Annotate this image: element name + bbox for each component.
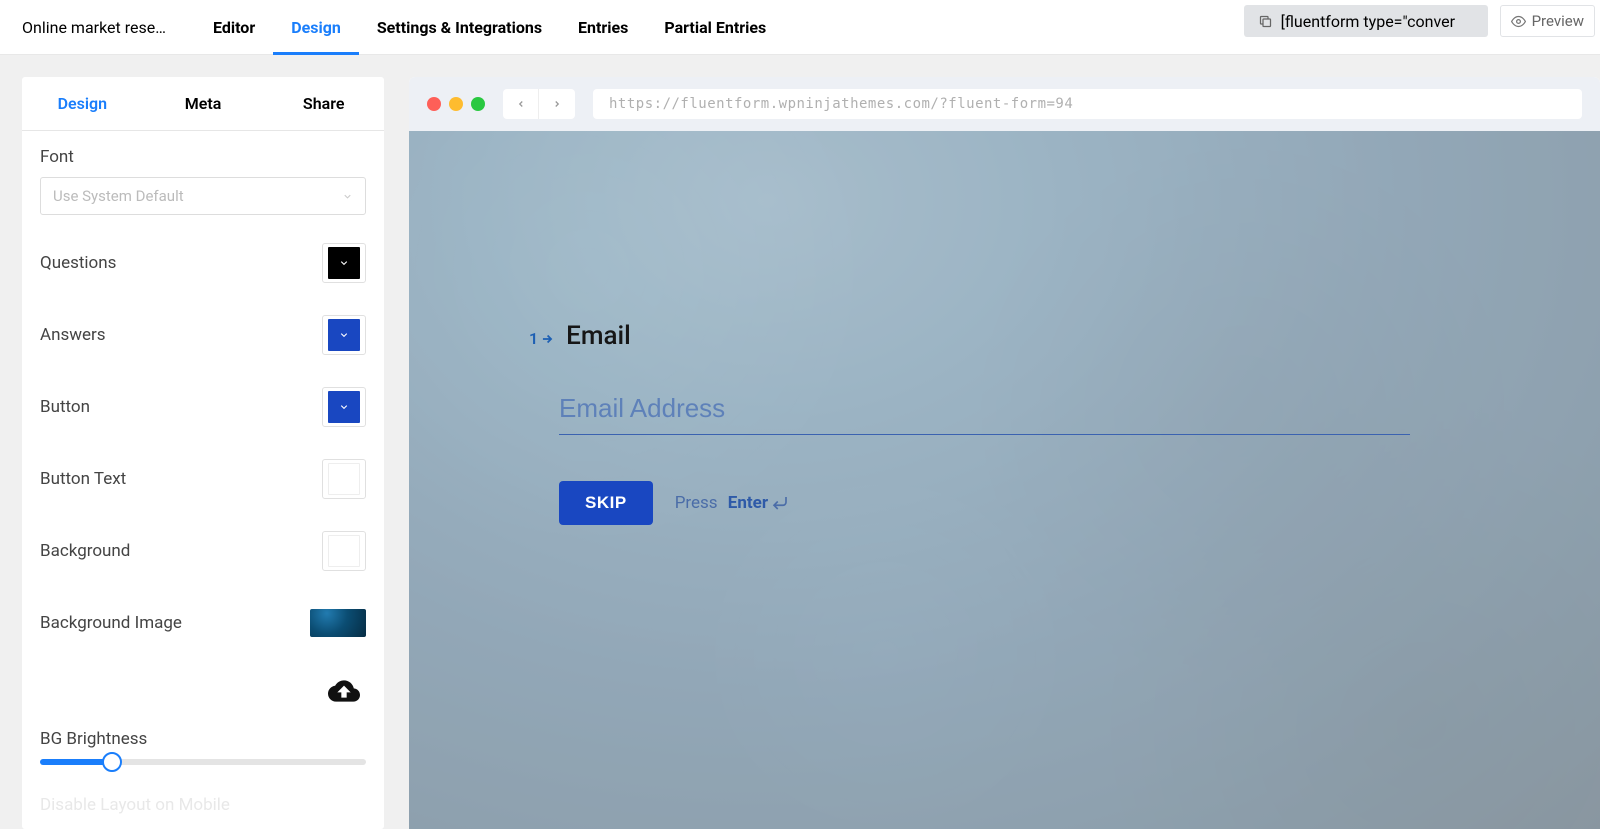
tab-entries[interactable]: Entries	[560, 0, 646, 55]
chevron-down-icon	[339, 258, 350, 269]
button-text-swatch	[328, 463, 360, 495]
answers-swatch	[328, 319, 360, 351]
shortcode-chip[interactable]: [fluentform type="conver	[1244, 5, 1488, 37]
nav-forward-button[interactable]	[539, 89, 575, 119]
upload-row	[40, 675, 366, 707]
browser-chrome: https://fluentform.wpninjathemes.com/?fl…	[409, 77, 1600, 131]
nav-back-button[interactable]	[503, 89, 539, 119]
form-step: 1 Email SKIP Press Enter	[529, 321, 1540, 525]
skip-button[interactable]: SKIP	[559, 481, 653, 525]
question-number-value: 1	[529, 329, 538, 348]
design-sidebar: Design Meta Share Font Use System Defaul…	[22, 77, 384, 829]
font-select-placeholder: Use System Default	[53, 187, 184, 205]
color-row-button-text: Button Text	[40, 459, 366, 499]
preview-button[interactable]: Preview	[1500, 5, 1595, 37]
url-bar[interactable]: https://fluentform.wpninjathemes.com/?fl…	[593, 89, 1582, 119]
sidebar-tab-share[interactable]: Share	[263, 77, 384, 130]
traffic-light-red	[427, 97, 441, 111]
slider-track	[40, 759, 366, 765]
question-header: 1 Email	[529, 321, 1540, 351]
sidebar-tabs: Design Meta Share	[22, 77, 384, 131]
shortcode-text: [fluentform type="conver	[1281, 12, 1455, 31]
form-viewport: 1 Email SKIP Press Enter	[409, 131, 1600, 829]
sidebar-tab-design[interactable]: Design	[22, 77, 143, 130]
tab-editor[interactable]: Editor	[195, 0, 273, 55]
background-color-picker[interactable]	[322, 531, 366, 571]
bg-image-label: Background Image	[40, 613, 182, 633]
sidebar-body: Font Use System Default Questions Answer…	[22, 131, 384, 829]
answers-color-picker[interactable]	[322, 315, 366, 355]
bg-brightness-slider[interactable]	[40, 759, 366, 765]
chevron-down-icon	[342, 191, 353, 202]
color-row-answers: Answers	[40, 315, 366, 355]
button-color-picker[interactable]	[322, 387, 366, 427]
question-number: 1	[529, 329, 554, 348]
slider-handle[interactable]	[102, 752, 122, 772]
button-label: Button	[40, 397, 90, 417]
button-text-label: Button Text	[40, 469, 126, 489]
traffic-light-green	[471, 97, 485, 111]
button-text-color-picker[interactable]	[322, 459, 366, 499]
background-label: Background	[40, 541, 130, 561]
arrow-right-icon	[540, 332, 554, 346]
top-navigation: Online market rese… Editor Design Settin…	[0, 0, 1600, 55]
hint-prefix: Press	[675, 493, 718, 513]
browser-frame: https://fluentform.wpninjathemes.com/?fl…	[409, 77, 1600, 829]
traffic-lights	[427, 97, 485, 111]
form-title[interactable]: Online market rese…	[22, 18, 187, 37]
background-swatch	[328, 535, 360, 567]
body-area: Design Meta Share Font Use System Defaul…	[0, 55, 1600, 829]
chevron-down-icon	[339, 330, 350, 341]
chevron-down-icon	[339, 402, 350, 413]
action-row: SKIP Press Enter	[559, 481, 1540, 525]
upload-button[interactable]	[322, 675, 366, 707]
button-swatch	[328, 391, 360, 423]
questions-swatch	[328, 247, 360, 279]
answers-label: Answers	[40, 325, 106, 345]
top-right-actions: [fluentform type="conver Preview	[1244, 5, 1595, 37]
hint-key: Enter	[728, 493, 768, 513]
questions-label: Questions	[40, 253, 116, 273]
disable-layout-label: Disable Layout on Mobile	[40, 795, 366, 815]
tab-partial-entries[interactable]: Partial Entries	[646, 0, 784, 55]
questions-color-picker[interactable]	[322, 243, 366, 283]
nav-buttons	[503, 89, 575, 119]
bg-brightness-label: BG Brightness	[40, 729, 366, 749]
main-tabs: Editor Design Settings & Integrations En…	[195, 0, 784, 55]
email-input[interactable]	[559, 393, 1410, 435]
traffic-light-yellow	[449, 97, 463, 111]
bg-image-row: Background Image	[40, 603, 366, 643]
enter-key-icon	[771, 494, 789, 512]
tab-design[interactable]: Design	[273, 0, 359, 55]
bg-image-thumbnail[interactable]	[310, 609, 366, 637]
color-row-questions: Questions	[40, 243, 366, 283]
sidebar-tab-meta[interactable]: Meta	[143, 77, 264, 130]
preview-area: https://fluentform.wpninjathemes.com/?fl…	[384, 77, 1600, 829]
question-label: Email	[566, 321, 631, 351]
eye-icon	[1511, 14, 1526, 29]
preview-label: Preview	[1532, 12, 1584, 30]
font-select[interactable]: Use System Default	[40, 177, 366, 215]
enter-hint: Press Enter	[675, 493, 789, 513]
color-row-button: Button	[40, 387, 366, 427]
font-label: Font	[40, 147, 366, 167]
color-row-background: Background	[40, 531, 366, 571]
tab-settings-integrations[interactable]: Settings & Integrations	[359, 0, 560, 55]
copy-icon	[1258, 14, 1273, 29]
